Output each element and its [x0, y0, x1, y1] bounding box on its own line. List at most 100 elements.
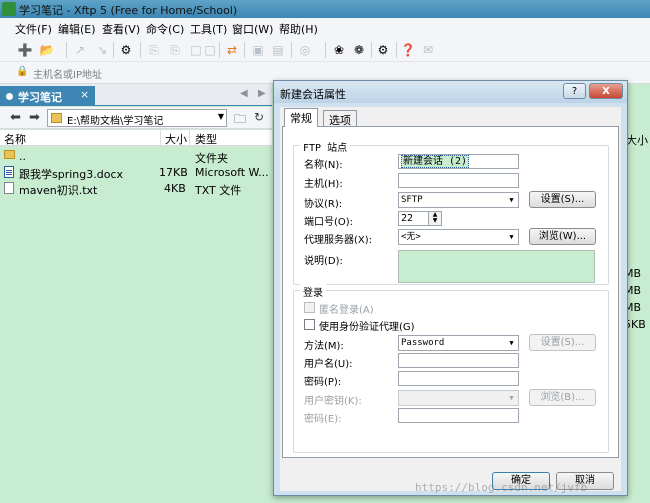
key-browse-button[interactable]: 浏览(B)...: [529, 389, 596, 406]
proxy-label: 代理服务器(X):: [304, 235, 373, 246]
passphrase-field[interactable]: [398, 408, 519, 423]
document-icon-2[interactable]: □: [202, 42, 218, 58]
refresh-icon[interactable]: ↻: [254, 110, 264, 124]
method-value: Password: [401, 338, 445, 348]
sync-icon[interactable]: ⇄: [224, 42, 240, 58]
menu-window[interactable]: 窗口(W): [232, 21, 273, 37]
tab-prev-icon[interactable]: ◀: [240, 88, 248, 99]
copy-icon[interactable]: ⎘: [146, 42, 162, 58]
menu-tools[interactable]: 工具(T): [190, 21, 227, 37]
username-field[interactable]: [398, 353, 519, 368]
column-type[interactable]: 类型: [195, 131, 217, 147]
path-bar: ⬅ ➡ E:\帮助文档\学习笔记 ▼ 🗀 ↻: [0, 107, 272, 129]
file-size: 4KB: [164, 182, 186, 195]
chevron-down-icon: ▼: [509, 394, 514, 402]
close-tab-icon[interactable]: ×: [80, 88, 89, 101]
list-item[interactable]: 跟我学spring3.docx 17KB Microsoft W...: [0, 165, 272, 181]
password-field[interactable]: [398, 371, 519, 386]
new-session-icon[interactable]: ➕: [17, 42, 33, 58]
session-status-icon: [6, 93, 13, 100]
menu-bar: 文件(F) 编辑(E) 查看(V) 命令(C) 工具(T) 窗口(W) 帮助(H…: [0, 18, 650, 38]
protocol-label: 协议(R):: [304, 199, 343, 210]
path-value: E:\帮助文档\学习笔记: [67, 116, 164, 127]
xmanager-icon[interactable]: ❁: [351, 42, 367, 58]
file-name: ..: [19, 150, 26, 163]
anonymous-login-checkbox[interactable]: [304, 302, 315, 313]
description-field[interactable]: [398, 250, 595, 283]
forward-arrow-icon[interactable]: ➡: [29, 110, 40, 125]
file-name: maven初识.txt: [19, 184, 98, 197]
file-size: 17KB: [159, 166, 188, 179]
host-address-input[interactable]: 主机名或IP地址: [33, 66, 102, 81]
port-field[interactable]: 22: [398, 211, 429, 226]
method-select[interactable]: Password ▼: [398, 335, 519, 351]
chat-icon[interactable]: ✉: [420, 42, 436, 58]
protocol-value: SFTP: [401, 195, 423, 205]
xshell-icon[interactable]: ❀: [331, 42, 347, 58]
tab-next-icon[interactable]: ▶: [258, 88, 266, 99]
proxy-browse-button[interactable]: 浏览(W)...: [529, 228, 596, 245]
ftp-site-group: FTP 站点 名称(N): 新建会话 (2) 主机(H): 协议(R): SFT…: [293, 139, 609, 285]
protocol-select[interactable]: SFTP ▼: [398, 192, 519, 208]
xftp-app-icon: [2, 2, 16, 16]
dialog-title-bar: 新建会话属性 ? X: [274, 81, 627, 103]
help-icon[interactable]: ❓: [400, 42, 416, 58]
description-label: 说明(D):: [304, 256, 343, 267]
file-list-header: 名称 大小 类型: [0, 130, 272, 146]
port-spinner[interactable]: ▲ ▼: [428, 211, 442, 226]
new-folder-icon[interactable]: 🗀: [234, 110, 246, 131]
passphrase-label: 密码(E):: [304, 414, 342, 425]
window-icon[interactable]: ▣: [250, 42, 266, 58]
toolbar: ➕ 📂 ↗ ↘ ⚙ ⎘ ⎘ □ □ ⇄ ▣ ▤ ◎ ❀ ❁ ⚙ ❓ ✉: [0, 38, 650, 62]
menu-view[interactable]: 查看(V): [102, 21, 140, 37]
user-key-select[interactable]: ▼: [398, 390, 519, 406]
method-settings-button[interactable]: 设置(S)...: [529, 334, 596, 351]
tab-options[interactable]: 选项: [323, 110, 357, 127]
login-group: 登录 匿名登录(A) 使用身份验证代理(G) 方法(M): Password ▼…: [293, 284, 609, 453]
globe-icon[interactable]: ◎: [297, 42, 313, 58]
username-label: 用户名(U):: [304, 359, 353, 370]
dialog-help-button[interactable]: ?: [563, 83, 586, 99]
protocol-settings-button[interactable]: 设置(S)...: [529, 191, 596, 208]
menu-file[interactable]: 文件(F): [15, 21, 52, 37]
title-bar: 学习笔记 - Xftp 5 (Free for Home/School): [0, 0, 650, 18]
path-input[interactable]: E:\帮助文档\学习笔记 ▼: [47, 109, 227, 127]
tab-general[interactable]: 常规: [284, 108, 318, 127]
login-group-title: 登录: [300, 284, 326, 299]
menu-help[interactable]: 帮助(H): [279, 21, 318, 37]
gear-icon[interactable]: ⚙: [375, 42, 391, 58]
port-label: 端口号(O):: [304, 217, 354, 228]
tab-study-notes[interactable]: 学习笔记 ×: [0, 86, 95, 106]
back-arrow-icon[interactable]: ⬅: [10, 110, 21, 125]
column-name[interactable]: 名称: [4, 131, 26, 147]
list-item[interactable]: .. 文件夹: [0, 149, 272, 165]
menu-command[interactable]: 命令(C): [146, 21, 184, 37]
paste-icon[interactable]: ⎘: [167, 42, 183, 58]
chevron-down-icon[interactable]: ▼: [218, 112, 224, 121]
properties-icon[interactable]: ⚙: [118, 42, 134, 58]
session-tab-strip: 学习笔记 × ◀ ▶: [0, 84, 272, 106]
local-file-list: .. 文件夹 跟我学spring3.docx 17KB Microsoft W.…: [0, 147, 272, 503]
word-doc-icon: [4, 166, 14, 178]
connect-icon[interactable]: ↗: [72, 42, 88, 58]
folder-icon: [51, 113, 62, 123]
column-size[interactable]: 大小: [165, 131, 187, 147]
tab-label: 学习笔记: [18, 91, 62, 104]
dialog-title: 新建会话属性: [280, 88, 346, 101]
open-folder-icon[interactable]: 📂: [39, 42, 55, 58]
user-key-label: 用户密钥(K):: [304, 396, 362, 407]
list-item[interactable]: maven初识.txt 4KB TXT 文件: [0, 181, 272, 197]
host-field[interactable]: [398, 173, 519, 188]
menu-edit[interactable]: 编辑(E): [58, 21, 96, 37]
dialog-close-button[interactable]: X: [589, 83, 623, 99]
file-name: 跟我学spring3.docx: [19, 168, 124, 181]
proxy-select[interactable]: <无> ▼: [398, 229, 519, 245]
anonymous-login-label: 匿名登录(A): [319, 305, 374, 316]
auth-agent-checkbox[interactable]: [304, 319, 315, 330]
ftp-site-group-title: FTP 站点: [300, 139, 351, 154]
disconnect-icon[interactable]: ↘: [94, 42, 110, 58]
name-field[interactable]: 新建会话 (2): [398, 154, 519, 169]
layout-icon[interactable]: ▤: [270, 42, 286, 58]
new-session-properties-dialog: 新建会话属性 ? X 常规 选项 FTP 站点 名称(N): 新建会话 (2) …: [273, 80, 628, 496]
text-file-icon: [4, 182, 14, 194]
